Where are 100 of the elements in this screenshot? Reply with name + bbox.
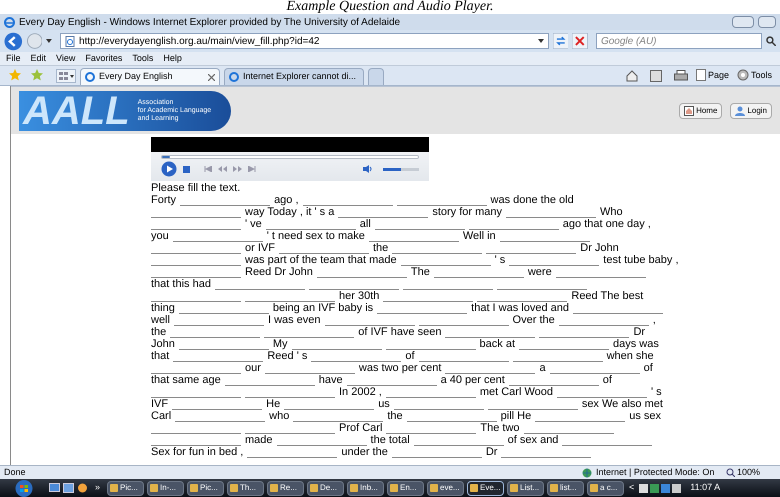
passage-text: a [539, 362, 546, 374]
passage-text: was done the old [490, 194, 574, 206]
taskbar-button[interactable]: a c... [587, 480, 624, 496]
toolbar-button[interactable]: Page [696, 68, 729, 82]
passage-text: who [269, 410, 290, 422]
menu-item[interactable]: File [6, 52, 21, 66]
passage-text: us [378, 398, 390, 410]
taskbar-button[interactable]: eve... [427, 480, 464, 496]
desktop-icon[interactable] [49, 483, 60, 493]
search-field[interactable]: Google (AU) [596, 33, 762, 49]
taskbar-button[interactable]: List... [507, 480, 544, 496]
previous-icon[interactable] [204, 166, 212, 172]
app-icon [510, 484, 518, 492]
refresh-icon[interactable] [552, 33, 568, 49]
passage-text: were [528, 266, 552, 278]
app-icon [230, 484, 238, 492]
passage-text: ' ve [245, 218, 262, 230]
app-icon [590, 484, 598, 492]
nav-button[interactable]: Login [730, 102, 772, 118]
volume-slider[interactable] [383, 168, 419, 170]
passage-text: ' t need sex to make [266, 230, 365, 242]
passage-text: ' s [494, 254, 506, 266]
stop-icon[interactable] [183, 166, 190, 172]
app-icon [550, 484, 558, 492]
toolbar-button[interactable]: Tools [736, 68, 772, 82]
passage-text: thing [151, 302, 175, 314]
tab[interactable]: Internet Explorer cannot di... [224, 68, 364, 85]
passage-text: was part of the team that made [245, 254, 397, 266]
gear-icon [736, 69, 749, 82]
taskbar-button[interactable]: list... [547, 480, 584, 496]
passage-text: Dr John [580, 242, 619, 254]
instruction-text: Please fill the text. [151, 182, 242, 194]
nav-button[interactable]: Home [679, 102, 722, 118]
taskbar-button[interactable]: Pic... [107, 480, 144, 496]
tab[interactable]: Every Day English [80, 68, 220, 85]
speaker-icon[interactable] [363, 165, 373, 173]
passage-text: I was even [268, 314, 321, 326]
window-switch-icon[interactable] [63, 483, 74, 493]
menu-item[interactable]: Tools [132, 52, 154, 66]
page-icon [696, 69, 706, 82]
taskbar-button[interactable]: In-... [147, 480, 184, 496]
tray-icons [639, 483, 684, 493]
passage-text: back at [480, 338, 515, 350]
app-icon [350, 484, 358, 492]
taskbar-button[interactable]: Eve... [467, 480, 504, 496]
passage-text: that [151, 350, 170, 362]
print-icon[interactable] [674, 70, 688, 82]
dropdown-icon[interactable] [538, 39, 544, 43]
passage-text: when she [606, 350, 654, 362]
taskbar-button[interactable]: Th... [227, 480, 264, 496]
passage-text: the total [370, 434, 410, 446]
maximize-button[interactable] [758, 16, 776, 28]
window-title: Every Day English - Windows Internet Explorer provided by The University of Adelaide [19, 16, 402, 30]
menu-item[interactable]: Favorites [85, 52, 122, 66]
passage-text: under the [341, 446, 388, 458]
stop-icon[interactable] [572, 33, 588, 49]
home-icon[interactable] [626, 70, 638, 82]
passage-text: Dr [486, 446, 498, 458]
passage-text: Dr [633, 326, 646, 338]
menu-item[interactable]: View [56, 52, 76, 66]
more-button[interactable]: » [91, 481, 104, 495]
taskbar-button[interactable]: Inb... [347, 480, 384, 496]
app-icon [110, 484, 118, 492]
passage-text: In 2002 , [339, 386, 382, 398]
passage-text: John [151, 338, 175, 350]
back-icon[interactable] [4, 32, 23, 50]
taskbar-button[interactable]: Re... [267, 480, 304, 496]
close-icon[interactable] [208, 74, 215, 80]
passage-text: was two per cent [358, 362, 442, 374]
menu-item[interactable]: Edit [30, 52, 46, 66]
passage-text: that this had [151, 278, 211, 290]
quick-tabs-icon[interactable] [56, 69, 76, 83]
passage-text: our [245, 362, 261, 374]
rewind-icon[interactable] [218, 166, 227, 172]
taskbar-button[interactable]: En... [387, 480, 424, 496]
address-field[interactable]: http://everydayenglish.org.au/main/view_fill.php?id=42 [60, 33, 549, 49]
app-icon [390, 484, 398, 492]
passage-text: ' s [650, 386, 662, 398]
dropdown-icon[interactable] [46, 39, 52, 43]
passage-text: that same age [151, 374, 221, 386]
minimize-button[interactable] [732, 16, 754, 28]
passage-text: being an IVF baby is [272, 302, 374, 314]
app-icon [190, 484, 198, 492]
star-icon[interactable] [8, 68, 22, 82]
passage-text: the [387, 410, 403, 422]
play-icon[interactable] [161, 161, 177, 177]
passage-text: sex We also met [582, 398, 663, 410]
browser-icon [4, 16, 15, 28]
passage-text: a 40 per cent [440, 374, 505, 386]
search-icon[interactable] [766, 36, 776, 46]
zoom-button[interactable]: 100% [726, 466, 776, 480]
passage-text: IVF [151, 398, 168, 410]
taskbar-button[interactable]: Pic... [187, 480, 224, 496]
scroll-button[interactable]: < [627, 481, 636, 495]
next-icon[interactable] [248, 166, 256, 172]
fast-forward-icon[interactable] [233, 166, 242, 172]
menu-item[interactable]: Help [163, 52, 182, 66]
passage-text: Prof Carl [339, 422, 382, 434]
passage-text: ago that one day , [562, 218, 651, 230]
taskbar-button[interactable]: De... [307, 480, 344, 496]
